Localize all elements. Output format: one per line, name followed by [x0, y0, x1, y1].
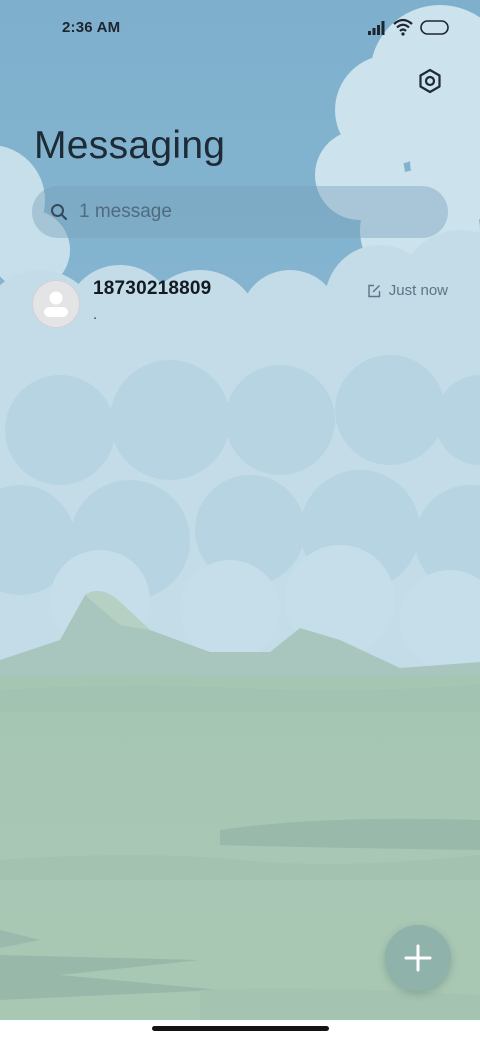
- battery-icon: [420, 20, 449, 35]
- new-message-button[interactable]: [385, 925, 451, 991]
- message-preview: .: [93, 306, 98, 323]
- message-meta: Just now: [367, 282, 448, 299]
- conversation-item[interactable]: 18730218809 . Just now: [0, 268, 480, 340]
- navigation-bar: [0, 1020, 480, 1040]
- page-title: Messaging: [34, 124, 226, 167]
- messaging-screen: 2:36 AM Messaging 1 message 18730218809 …: [0, 0, 480, 1040]
- message-time: Just now: [388, 282, 448, 299]
- wifi-icon: [393, 18, 413, 36]
- settings-button[interactable]: [414, 65, 446, 97]
- draft-icon: [368, 284, 380, 297]
- search-icon: [51, 204, 68, 221]
- status-time: 2:36 AM: [62, 19, 121, 36]
- signal-icon: [368, 21, 385, 35]
- plus-icon: [404, 944, 432, 972]
- home-indicator[interactable]: [152, 1026, 329, 1031]
- contact-name: 18730218809: [93, 278, 212, 299]
- search-bar[interactable]: [32, 186, 448, 238]
- gear-icon: [419, 68, 441, 94]
- avatar: [32, 280, 80, 328]
- status-bar: 2:36 AM: [0, 0, 480, 56]
- search-input[interactable]: [79, 201, 399, 223]
- person-icon: [44, 291, 68, 317]
